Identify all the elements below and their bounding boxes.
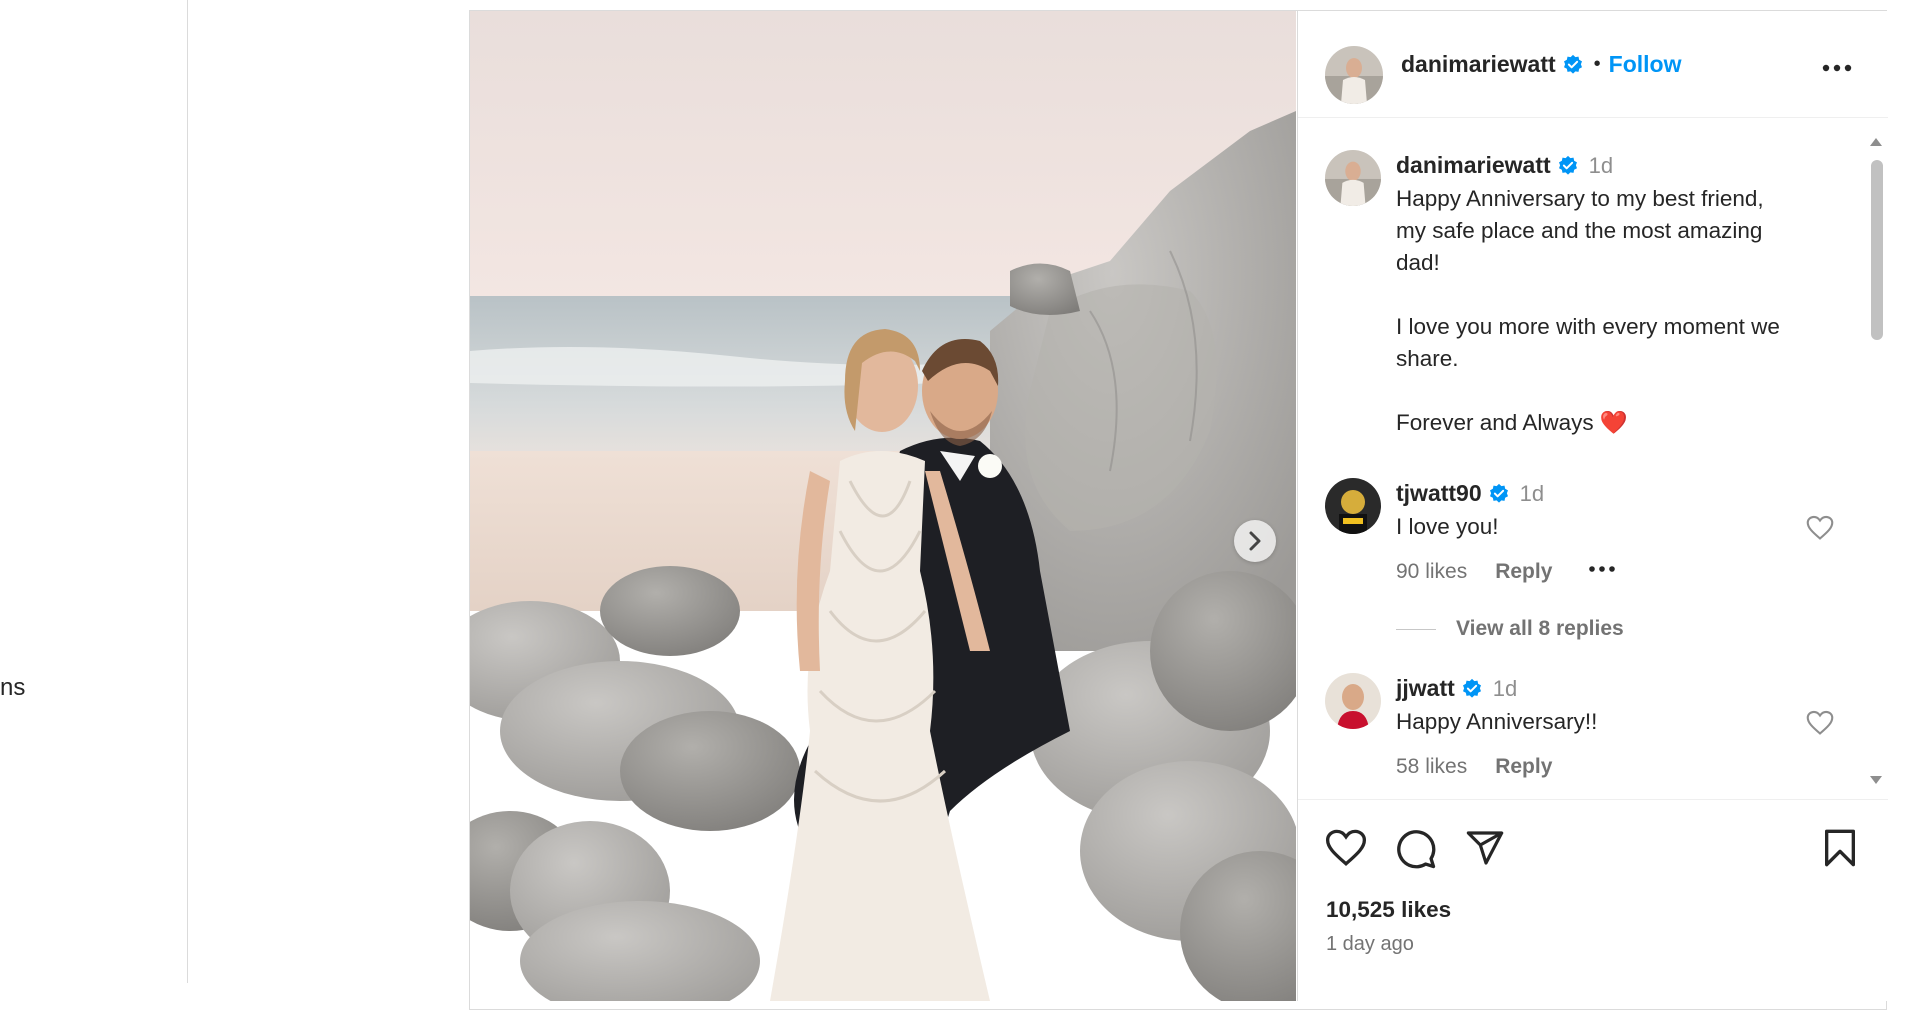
scroll-up-arrow-icon[interactable] (1869, 136, 1883, 148)
comment-avatar[interactable] (1325, 673, 1381, 729)
caption-avatar[interactable] (1325, 150, 1381, 206)
comment-header: tjwatt90 1d (1396, 480, 1544, 507)
caption-line: Happy Anniversary to my best friend, (1396, 186, 1764, 211)
comment-time[interactable]: 1d (1520, 481, 1544, 507)
avatar-image (1325, 46, 1383, 104)
comments-scroll-area[interactable]: danimariewatt 1d Happy Anniversary to my… (1298, 119, 1888, 799)
avatar-image (1325, 478, 1381, 534)
comment-time[interactable]: 1d (1493, 676, 1517, 702)
scrollbar-thumb[interactable] (1871, 160, 1883, 340)
view-replies-button[interactable]: View all 8 replies (1456, 617, 1624, 641)
left-nav-rail: ns (0, 0, 188, 983)
share-paper-plane-icon[interactable] (1464, 828, 1506, 868)
follow-button[interactable]: Follow (1609, 51, 1682, 78)
comment-bubble-icon[interactable] (1395, 828, 1437, 870)
comment-text: I love you! (1396, 514, 1499, 539)
avatar-image (1325, 673, 1381, 729)
next-slide-button[interactable] (1234, 520, 1276, 562)
post-header: danimariewatt • Follow (1298, 11, 1888, 118)
caption-line: Forever and Always (1396, 410, 1594, 435)
caption-username[interactable]: danimariewatt (1396, 152, 1551, 179)
like-heart-icon[interactable] (1325, 828, 1367, 868)
chevron-right-icon (1249, 531, 1261, 551)
nav-label-fragment[interactable]: ns (0, 674, 25, 702)
caption-line: I love you more with every moment we (1396, 314, 1780, 339)
header-user-line: danimariewatt • Follow (1401, 51, 1682, 78)
comment-likes[interactable]: 90 likes (1396, 560, 1467, 584)
caption-last-line: Forever and Always ❤️ (1396, 407, 1856, 439)
more-options-button[interactable] (1822, 59, 1852, 77)
verified-badge-icon (1558, 155, 1577, 175)
comment-text: Happy Anniversary!! (1396, 709, 1598, 734)
reply-button[interactable]: Reply (1495, 560, 1552, 584)
more-horizontal-icon (1822, 64, 1852, 72)
post-likes-count[interactable]: 10,525 likes (1326, 897, 1451, 923)
post-photo[interactable] (470, 11, 1296, 1001)
verified-badge-icon (1489, 483, 1508, 503)
header-username[interactable]: danimariewatt (1401, 51, 1556, 78)
separator-dot: • (1593, 53, 1601, 75)
comment-username[interactable]: tjwatt90 (1396, 480, 1482, 507)
reply-button[interactable]: Reply (1495, 755, 1552, 779)
replies-divider (1396, 628, 1436, 630)
caption-line: dad! (1396, 250, 1440, 275)
post-card: danimariewatt • Follow danimariewatt 1d … (469, 10, 1888, 1010)
scroll-down-arrow-icon[interactable] (1869, 774, 1883, 786)
comment-likes[interactable]: 58 likes (1396, 755, 1467, 779)
wedding-photo (470, 11, 1296, 1001)
header-avatar[interactable] (1325, 46, 1383, 104)
heart-emoji: ❤️ (1599, 410, 1628, 435)
caption-line: share. (1396, 346, 1459, 371)
avatar-image (1325, 150, 1381, 206)
comment-header: jjwatt 1d (1396, 675, 1517, 702)
comment-avatar[interactable] (1325, 478, 1381, 534)
like-comment-heart-icon[interactable] (1806, 515, 1834, 541)
post-timestamp[interactable]: 1 day ago (1326, 933, 1414, 956)
view-replies-row[interactable]: View all 8 replies (1396, 617, 1624, 641)
caption-text: Happy Anniversary to my best friend, my … (1396, 183, 1856, 439)
comment-username[interactable]: jjwatt (1396, 675, 1455, 702)
caption-line: my safe place and the most amazing (1396, 218, 1763, 243)
verified-badge-icon (1563, 54, 1582, 74)
comment-meta: 90 likes Reply (1396, 560, 1616, 584)
post-side-panel: danimariewatt • Follow danimariewatt 1d … (1297, 11, 1888, 1001)
caption-header: danimariewatt 1d (1396, 152, 1613, 179)
like-comment-heart-icon[interactable] (1806, 710, 1834, 736)
save-bookmark-icon[interactable] (1822, 828, 1858, 868)
comment-meta: 58 likes Reply (1396, 755, 1580, 779)
comments-scrollbar[interactable] (1869, 136, 1883, 786)
verified-badge-icon (1462, 678, 1481, 698)
caption-time[interactable]: 1d (1589, 153, 1613, 179)
post-actions: 10,525 likes 1 day ago (1298, 799, 1888, 1001)
comment-more-icon[interactable] (1588, 565, 1616, 573)
